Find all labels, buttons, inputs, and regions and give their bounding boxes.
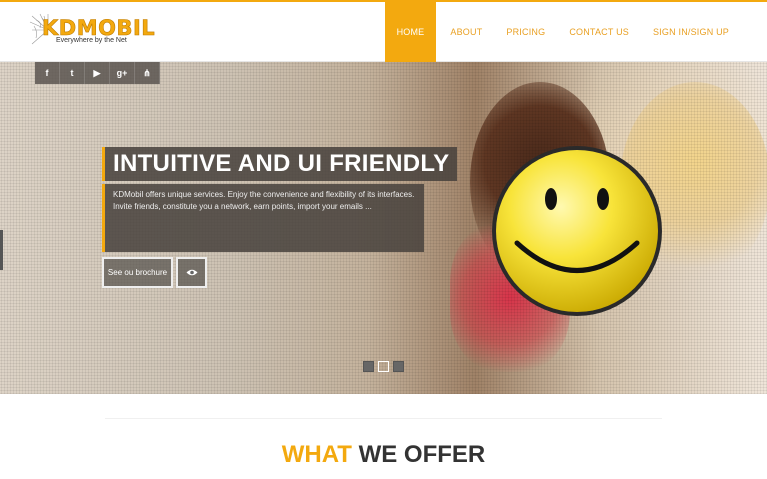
logo[interactable]: KDMOBIL Everywhere by the Net xyxy=(28,12,155,48)
smiley-face-image xyxy=(492,146,662,316)
slider-prev-handle[interactable] xyxy=(0,230,3,270)
slide-title: INTUITIVE AND UI FRIENDLY xyxy=(102,147,458,181)
facebook-icon[interactable]: f xyxy=(35,62,60,84)
slide-title-text: INTUITIVE AND UI FRIENDLY xyxy=(113,150,450,177)
slide-description: KDMobil offers unique services. Enjoy th… xyxy=(102,184,424,252)
slider-pagination xyxy=(363,361,408,372)
top-navbar: KDMOBIL Everywhere by the Net HOME ABOUT… xyxy=(0,0,767,62)
nav-item-contact-us[interactable]: CONTACT US xyxy=(557,2,641,62)
twitter-icon[interactable]: t xyxy=(60,62,85,84)
slider-dot[interactable] xyxy=(393,361,404,372)
nav-item-home[interactable]: HOME xyxy=(384,2,437,62)
sitemap-icon[interactable]: ⋔ xyxy=(135,62,160,84)
googleplus-icon[interactable]: g+ xyxy=(110,62,135,84)
social-links: f t ▶ g+ ⋔ xyxy=(35,62,160,84)
section-title-highlight: WHAT xyxy=(281,441,352,468)
nav-item-sign-in-sign-up[interactable]: SIGN IN/SIGN UP xyxy=(641,2,741,62)
view-button[interactable] xyxy=(176,257,207,288)
slider-dot-active[interactable] xyxy=(378,361,389,372)
hero-slider: f t ▶ g+ ⋔ INTUITIVE AND UI FRIENDLY KDM… xyxy=(0,62,767,394)
slider-dot[interactable] xyxy=(363,361,374,372)
see-brochure-button[interactable]: See ou brochure xyxy=(102,257,173,288)
main-nav: HOME ABOUT PRICING CONTACT US SIGN IN/SI… xyxy=(384,2,741,62)
section-title: WHAT WE OFFER xyxy=(0,441,767,469)
nav-item-about[interactable]: ABOUT xyxy=(438,2,494,62)
what-we-offer-section: WHAT WE OFFER xyxy=(0,394,767,479)
section-title-rest: WE OFFER xyxy=(351,441,486,468)
youtube-icon[interactable]: ▶ xyxy=(85,62,110,84)
nav-item-pricing[interactable]: PRICING xyxy=(494,2,557,62)
section-divider xyxy=(105,418,662,419)
logo-tagline: Everywhere by the Net xyxy=(56,37,127,44)
eye-icon xyxy=(186,269,197,276)
